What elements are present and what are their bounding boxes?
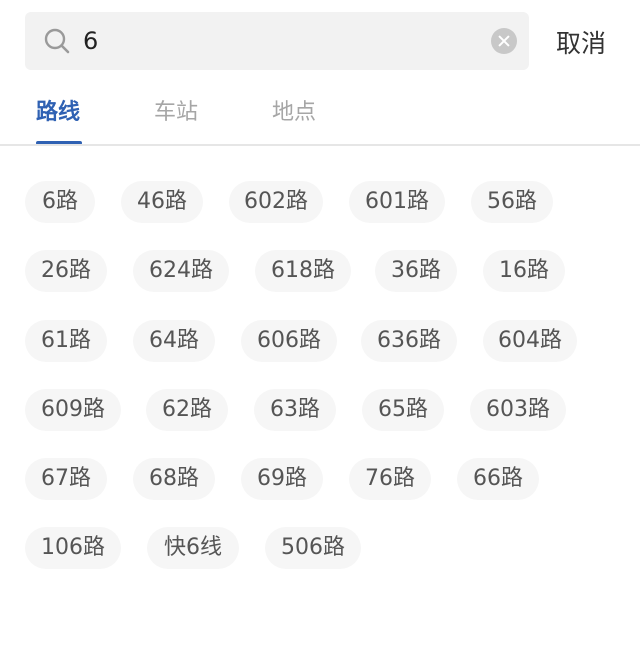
route-chip[interactable]: 76路 [349, 458, 431, 500]
route-chip[interactable]: 602路 [229, 181, 323, 223]
search-bar[interactable] [25, 12, 529, 70]
route-chip[interactable]: 46路 [121, 181, 203, 223]
route-chip[interactable]: 65路 [362, 389, 444, 431]
route-chip[interactable]: 603路 [470, 389, 566, 431]
route-chip[interactable]: 61路 [25, 320, 107, 362]
route-chip[interactable]: 67路 [25, 458, 107, 500]
route-chip[interactable]: 609路 [25, 389, 121, 431]
tab-places[interactable]: 地点 [272, 94, 316, 126]
route-chip[interactable]: 106路 [25, 527, 121, 569]
route-chip[interactable]: 506路 [265, 527, 361, 569]
tab-stations[interactable]: 车站 [154, 94, 198, 126]
tab-routes[interactable]: 路线 [36, 94, 80, 126]
search-input[interactable] [83, 22, 463, 60]
route-chip[interactable]: 64路 [133, 320, 215, 362]
route-chip[interactable]: 快6线 [147, 527, 239, 569]
route-chip[interactable]: 601路 [349, 181, 445, 223]
route-chip[interactable]: 636路 [361, 320, 457, 362]
route-chip[interactable]: 69路 [241, 458, 323, 500]
route-chip[interactable]: 26路 [25, 250, 107, 292]
route-chip[interactable]: 624路 [133, 250, 229, 292]
divider [0, 144, 640, 146]
route-chip[interactable]: 63路 [254, 389, 336, 431]
route-chip[interactable]: 36路 [375, 250, 457, 292]
cancel-button[interactable]: 取消 [556, 24, 606, 60]
clear-icon[interactable] [491, 28, 517, 54]
route-chip[interactable]: 606路 [241, 320, 337, 362]
route-chip[interactable]: 68路 [133, 458, 215, 500]
route-chip[interactable]: 6路 [25, 181, 95, 223]
route-chip[interactable]: 62路 [146, 389, 228, 431]
route-chip[interactable]: 604路 [483, 320, 577, 362]
search-icon [44, 28, 70, 54]
route-chip[interactable]: 16路 [483, 250, 565, 292]
route-chip[interactable]: 618路 [255, 250, 351, 292]
route-chip[interactable]: 56路 [471, 181, 553, 223]
route-chip[interactable]: 66路 [457, 458, 539, 500]
